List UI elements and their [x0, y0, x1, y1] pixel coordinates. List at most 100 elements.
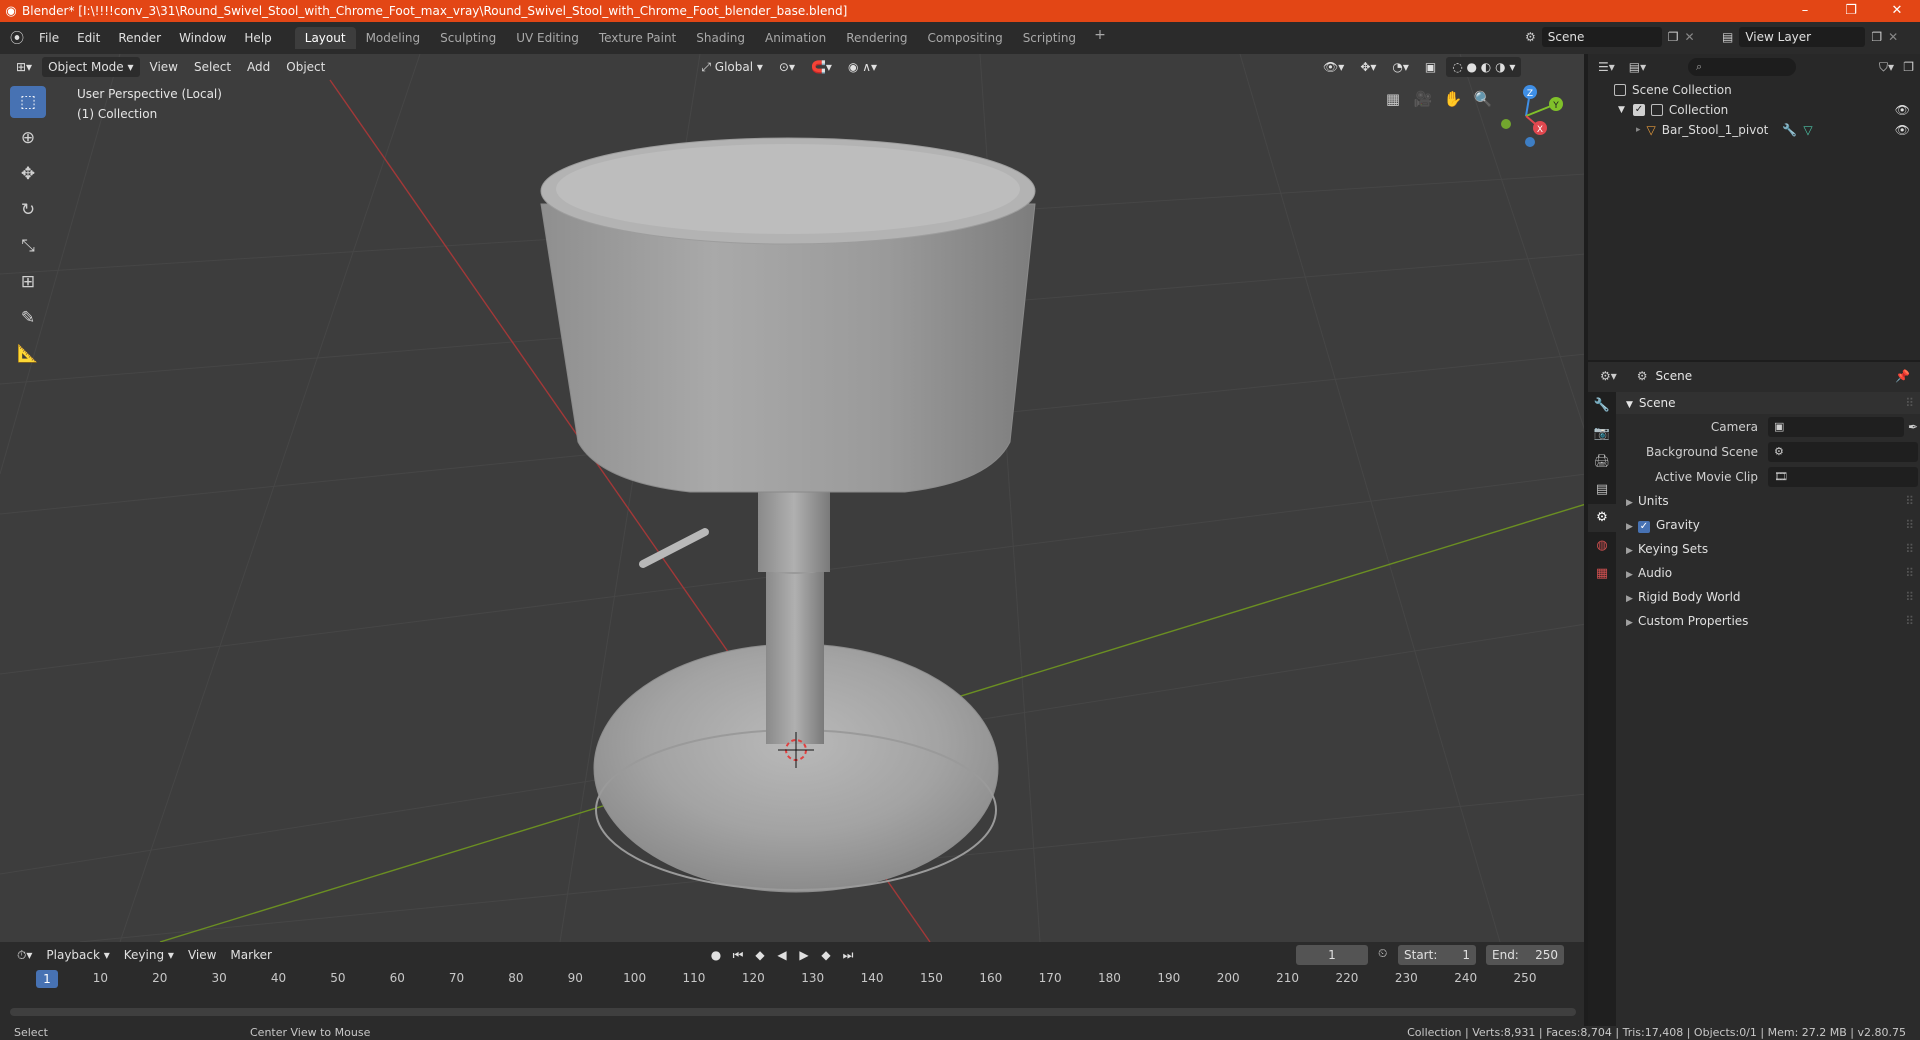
- jump-start-icon[interactable]: ⏮: [727, 945, 749, 965]
- scene-tab-icon[interactable]: ⚙: [1588, 504, 1616, 532]
- new-scene-icon[interactable]: ❐: [1668, 30, 1679, 44]
- 3d-viewport[interactable]: ⊞▾ Object Mode ▾ View Select Add Object …: [0, 54, 1586, 942]
- menu-view[interactable]: View: [144, 57, 184, 77]
- scene-panel-header[interactable]: ▼ Scene ⠿: [1616, 392, 1920, 414]
- panel-grip-icon[interactable]: ⠿: [1905, 392, 1914, 414]
- collection-visibility-eye-icon[interactable]: 👁: [1895, 100, 1910, 120]
- pivot-point-icon[interactable]: ⊙▾: [773, 57, 801, 77]
- pin-icon[interactable]: 📌: [1895, 369, 1910, 383]
- minimize-button[interactable]: –: [1782, 0, 1828, 22]
- menu-render[interactable]: Render: [109, 27, 170, 49]
- view-layer-selector[interactable]: ▤ View Layer ❐ ✕: [1722, 26, 1920, 48]
- menu-playback[interactable]: Playback ▾: [39, 948, 116, 962]
- add-workspace-icon[interactable]: +: [1086, 27, 1114, 49]
- transform-orientation-dropdown[interactable]: ⤢ Global ▾: [695, 57, 769, 77]
- playhead-frame-indicator[interactable]: 1: [36, 970, 58, 988]
- current-frame-field[interactable]: 1: [1296, 945, 1368, 965]
- tab-texture-paint[interactable]: Texture Paint: [589, 27, 686, 49]
- new-collection-icon[interactable]: ❐: [1903, 60, 1914, 74]
- preview-range-icon[interactable]: ⏲: [1378, 946, 1387, 961]
- menu-select[interactable]: Select: [188, 57, 237, 77]
- tab-modeling[interactable]: Modeling: [356, 27, 431, 49]
- new-view-layer-icon[interactable]: ❐: [1871, 30, 1882, 44]
- cursor-tool-icon[interactable]: ⊕: [10, 122, 46, 154]
- overlay-toggle-icon[interactable]: ◔▾: [1386, 57, 1415, 77]
- annotate-tool-icon[interactable]: ✎: [10, 302, 46, 334]
- toggle-camera-view-icon[interactable]: ▦: [1378, 84, 1408, 114]
- transform-tool-icon[interactable]: ⊞: [10, 266, 46, 298]
- menu-timeline-view[interactable]: View: [181, 948, 223, 962]
- rotate-tool-icon[interactable]: ↻: [10, 194, 46, 226]
- viewport-scene[interactable]: [0, 54, 1586, 942]
- select-box-tool-icon[interactable]: ⬚: [10, 86, 46, 118]
- camera-field[interactable]: ▣: [1768, 416, 1904, 437]
- scale-tool-icon[interactable]: ⤡: [10, 230, 46, 262]
- tab-layout[interactable]: Layout: [294, 27, 356, 49]
- menu-file[interactable]: File: [30, 27, 68, 49]
- tab-animation[interactable]: Animation: [755, 27, 836, 49]
- menu-marker[interactable]: Marker: [223, 948, 278, 962]
- view-layer-field[interactable]: View Layer: [1739, 27, 1866, 47]
- jump-end-icon[interactable]: ⏭: [837, 945, 859, 965]
- tab-rendering[interactable]: Rendering: [836, 27, 917, 49]
- collection-expand-icon[interactable]: ▼: [1618, 100, 1625, 120]
- blender-menu-icon[interactable]: ⦿: [4, 28, 30, 48]
- play-reverse-icon[interactable]: ◀: [771, 945, 793, 965]
- units-panel[interactable]: ▶ Units ⠿: [1616, 489, 1920, 513]
- move-tool-icon[interactable]: ✥: [10, 158, 46, 190]
- timeline-scrollbar[interactable]: [10, 1008, 1576, 1016]
- next-keyframe-icon[interactable]: ◆: [815, 945, 837, 965]
- audio-panel[interactable]: ▶ Audio ⠿: [1616, 561, 1920, 585]
- remove-view-layer-icon[interactable]: ✕: [1888, 30, 1898, 44]
- maximize-button[interactable]: ❐: [1828, 0, 1874, 22]
- tab-shading[interactable]: Shading: [686, 27, 755, 49]
- gizmo-toggle-icon[interactable]: ✥▾: [1354, 57, 1382, 77]
- modifier-wrench-icon[interactable]: 🔧: [1782, 120, 1797, 140]
- axis-orientation-gizmo[interactable]: Z Y X: [1490, 82, 1570, 162]
- object-mode-dropdown[interactable]: Object Mode ▾: [42, 57, 140, 77]
- mesh-data-icon[interactable]: ▽: [1803, 120, 1812, 140]
- tab-uv-editing[interactable]: UV Editing: [506, 27, 589, 49]
- tab-sculpting[interactable]: Sculpting: [430, 27, 506, 49]
- snap-icon[interactable]: 🧲▾: [805, 57, 838, 77]
- texture-tab-icon[interactable]: ▦: [1588, 560, 1616, 588]
- scene-name-field[interactable]: Scene: [1541, 27, 1662, 47]
- remove-scene-icon[interactable]: ✕: [1685, 30, 1695, 44]
- keying-sets-panel[interactable]: ▶ Keying Sets ⠿: [1616, 537, 1920, 561]
- properties-editor-type-icon[interactable]: ⚙▾: [1600, 369, 1617, 383]
- menu-help[interactable]: Help: [235, 27, 280, 49]
- world-tab-icon[interactable]: ◍: [1588, 532, 1616, 560]
- xray-toggle-icon[interactable]: ▣: [1419, 57, 1442, 77]
- start-frame-field[interactable]: Start: 1: [1398, 945, 1476, 965]
- menu-keying[interactable]: Keying ▾: [117, 948, 181, 962]
- tab-compositing[interactable]: Compositing: [917, 27, 1012, 49]
- view-layer-tab-icon[interactable]: ▤: [1588, 476, 1616, 504]
- pan-hand-icon[interactable]: ✋: [1438, 84, 1468, 114]
- timeline-ruler[interactable]: 1 10 20 30 40 50 60 70 80 90 100 110 120 130 140 150 16…: [0, 968, 1584, 990]
- prev-keyframe-icon[interactable]: ◆: [749, 945, 771, 965]
- measure-tool-icon[interactable]: 📐: [10, 338, 46, 370]
- gravity-panel[interactable]: ▶ ✓ Gravity ⠿: [1616, 513, 1920, 537]
- object-expand-icon[interactable]: ▸: [1636, 120, 1641, 140]
- outliner-row-scene-collection[interactable]: Scene Collection: [1588, 80, 1920, 100]
- background-scene-field[interactable]: ⚙: [1768, 441, 1918, 462]
- collection-exclude-checkbox[interactable]: ✓: [1632, 104, 1645, 116]
- visibility-icon[interactable]: 👁▾: [1317, 57, 1350, 77]
- gravity-checkbox[interactable]: ✓: [1638, 521, 1650, 533]
- outliner-search-input[interactable]: ⌕: [1688, 58, 1796, 76]
- scene-selector[interactable]: ⚙ Scene ❐ ✕: [1525, 26, 1695, 48]
- timeline-editor-type-icon[interactable]: ⏱▾: [10, 948, 39, 963]
- render-tab-icon[interactable]: 📷: [1588, 420, 1616, 448]
- display-mode-icon[interactable]: ▤▾: [1629, 60, 1646, 74]
- editor-type-icon[interactable]: ⊞▾: [10, 57, 38, 77]
- menu-edit[interactable]: Edit: [68, 27, 109, 49]
- camera-icon[interactable]: 🎥: [1408, 84, 1438, 114]
- menu-object[interactable]: Object: [280, 57, 331, 77]
- end-frame-field[interactable]: End: 250: [1486, 945, 1564, 965]
- active-movie-clip-field[interactable]: 🎞: [1768, 466, 1918, 487]
- play-icon[interactable]: ▶: [793, 945, 815, 965]
- eyedropper-icon[interactable]: ✒: [1908, 420, 1918, 434]
- menu-add[interactable]: Add: [241, 57, 276, 77]
- shading-modes-icon[interactable]: ◌ ● ◐ ◑ ▾: [1446, 57, 1522, 77]
- custom-properties-panel[interactable]: ▶ Custom Properties ⠿: [1616, 609, 1920, 633]
